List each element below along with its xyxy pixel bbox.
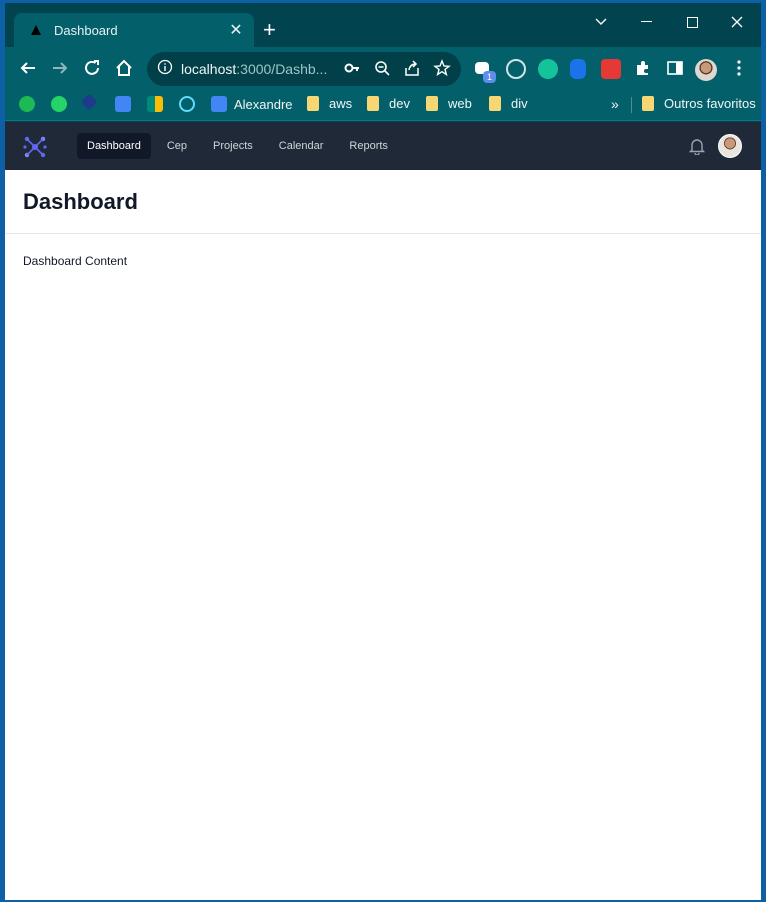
bookmark-translate[interactable] bbox=[115, 96, 138, 112]
vercel-triangle-icon bbox=[28, 22, 44, 38]
bookmark-whatsapp[interactable] bbox=[51, 96, 74, 112]
bookmarks-divider bbox=[631, 97, 632, 113]
web-page: Dashboard Cep Projects Calendar Reports … bbox=[5, 122, 761, 900]
share-icon[interactable] bbox=[403, 59, 421, 82]
bookmark-alexandre[interactable]: Alexandre bbox=[211, 96, 293, 112]
nav-link-cep[interactable]: Cep bbox=[157, 133, 197, 159]
close-icon[interactable] bbox=[717, 9, 757, 35]
tab-strip: Dashboard ✕ + bbox=[5, 3, 761, 47]
maximize-icon[interactable] bbox=[672, 9, 712, 35]
info-icon[interactable] bbox=[157, 59, 173, 80]
bookmark-label: Alexandre bbox=[234, 96, 293, 112]
bell-icon[interactable] bbox=[688, 137, 706, 156]
url-text: localhost:3000/Dashb... bbox=[181, 61, 327, 77]
puzzle-icon[interactable] bbox=[632, 57, 654, 79]
menu-icon[interactable] bbox=[728, 57, 750, 79]
sidebar-icon[interactable] bbox=[664, 57, 686, 79]
tab-close-icon[interactable]: ✕ bbox=[228, 20, 244, 40]
page-title: Dashboard bbox=[23, 188, 138, 214]
zoom-icon[interactable] bbox=[373, 59, 391, 82]
star-icon[interactable] bbox=[433, 59, 451, 82]
profile-avatar[interactable] bbox=[695, 59, 717, 81]
new-tab-icon[interactable]: + bbox=[263, 19, 276, 41]
folder-label: Outros favoritos bbox=[664, 96, 756, 111]
minimize-icon[interactable] bbox=[626, 9, 666, 35]
folder-label: aws bbox=[329, 96, 353, 111]
target-icon[interactable] bbox=[506, 59, 526, 79]
bookmarks-overflow-icon[interactable]: » bbox=[611, 96, 619, 112]
bookmark-folder-div[interactable]: div bbox=[489, 96, 528, 111]
browser-tab[interactable]: Dashboard ✕ bbox=[14, 13, 254, 47]
folder-label: web bbox=[448, 96, 472, 111]
page-header: Dashboard bbox=[5, 170, 761, 234]
bookmark-folder-aws[interactable]: aws bbox=[307, 96, 352, 111]
tab-title: Dashboard bbox=[54, 22, 118, 38]
folder-icon bbox=[489, 96, 501, 111]
bookmarks-bar: Alexandre aws dev web div » Outros favor… bbox=[5, 89, 761, 121]
bookmark-react[interactable] bbox=[179, 96, 202, 112]
whatsapp-icon bbox=[51, 96, 67, 112]
app-logo-icon[interactable] bbox=[23, 135, 47, 159]
url-host: localhost bbox=[181, 61, 237, 77]
folder-icon bbox=[426, 96, 438, 111]
meet-icon bbox=[147, 96, 163, 112]
content-text: Dashboard Content bbox=[23, 254, 128, 268]
nav-link-calendar[interactable]: Calendar bbox=[269, 133, 334, 159]
translate-icon bbox=[115, 96, 131, 112]
spotify-icon bbox=[19, 96, 35, 112]
user-avatar[interactable] bbox=[718, 134, 742, 158]
main-content: Dashboard Content bbox=[5, 234, 761, 288]
back-icon[interactable] bbox=[17, 57, 39, 79]
bookmark-other-favorites[interactable]: Outros favoritos bbox=[642, 96, 756, 111]
app-navbar: Dashboard Cep Projects Calendar Reports bbox=[5, 122, 761, 170]
folder-label: div bbox=[511, 96, 528, 111]
home-icon[interactable] bbox=[113, 57, 135, 79]
folder-label: dev bbox=[389, 96, 410, 111]
grammarly-icon[interactable] bbox=[538, 59, 558, 79]
calendar-icon bbox=[211, 96, 227, 112]
tool-icon[interactable] bbox=[570, 59, 586, 79]
bookmark-folder-dev[interactable]: dev bbox=[367, 96, 410, 111]
browser-toolbar: localhost:3000/Dashb... 1 bbox=[5, 47, 761, 89]
nav-link-projects[interactable]: Projects bbox=[203, 133, 263, 159]
tab-search-icon[interactable] bbox=[581, 9, 621, 35]
puzzle-red-icon[interactable] bbox=[601, 59, 621, 79]
bookmark-folder-web[interactable]: web bbox=[426, 96, 472, 111]
bookmark-meet[interactable] bbox=[147, 96, 170, 112]
url-path: :3000/Dashb... bbox=[236, 61, 328, 77]
folder-icon bbox=[307, 96, 319, 111]
folder-icon bbox=[642, 96, 654, 111]
key-icon[interactable] bbox=[343, 59, 361, 82]
nav-link-dashboard[interactable]: Dashboard bbox=[77, 133, 151, 159]
bookmark-cube[interactable] bbox=[80, 93, 102, 111]
bookmark-spotify[interactable] bbox=[19, 96, 42, 112]
folder-icon bbox=[367, 96, 379, 111]
app-nav-links: Dashboard Cep Projects Calendar Reports bbox=[77, 133, 398, 159]
browser-window: Dashboard ✕ + localhost:3000/Dashb... 1 … bbox=[0, 0, 766, 902]
address-bar[interactable]: localhost:3000/Dashb... bbox=[147, 52, 461, 86]
forward-icon[interactable] bbox=[49, 57, 71, 79]
reload-icon[interactable] bbox=[81, 57, 103, 79]
extension-badge: 1 bbox=[483, 71, 496, 83]
react-icon bbox=[179, 96, 195, 112]
cube-icon bbox=[80, 93, 98, 111]
nav-link-reports[interactable]: Reports bbox=[339, 133, 398, 159]
